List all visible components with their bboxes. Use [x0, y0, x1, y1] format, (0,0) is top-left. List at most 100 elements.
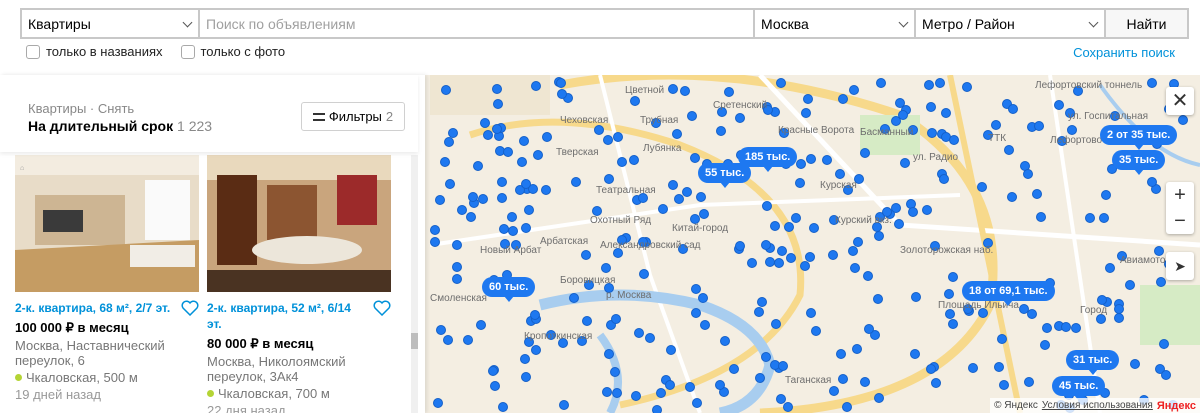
listing-marker[interactable]: [687, 111, 697, 121]
listing-marker[interactable]: [488, 366, 498, 376]
listing-marker[interactable]: [490, 381, 500, 391]
listing-marker[interactable]: [542, 132, 552, 142]
listing-marker[interactable]: [690, 153, 700, 163]
listing-marker[interactable]: [604, 349, 614, 359]
listing-marker[interactable]: [716, 126, 726, 136]
listing-marker[interactable]: [492, 124, 502, 134]
listing-marker[interactable]: [715, 380, 725, 390]
city-select[interactable]: Москва: [755, 10, 916, 37]
listing-marker[interactable]: [463, 335, 473, 345]
listing-marker[interactable]: [612, 388, 622, 398]
listing-marker[interactable]: [1156, 277, 1166, 287]
listing-card[interactable]: ⌂ 2-к. квартира, 68 м², 2/7 эт. 100 000 …: [15, 155, 199, 402]
listing-marker[interactable]: [480, 118, 490, 128]
listing-marker[interactable]: [962, 82, 972, 92]
listing-marker[interactable]: [864, 324, 874, 334]
terms-link[interactable]: Условия использования: [1042, 400, 1153, 411]
listing-marker[interactable]: [948, 272, 958, 282]
listing-marker[interactable]: [1161, 370, 1171, 380]
listing-marker[interactable]: [829, 386, 839, 396]
listing-marker[interactable]: [582, 316, 592, 326]
listing-marker[interactable]: [556, 78, 566, 88]
listing-marker[interactable]: [645, 333, 655, 343]
listing-marker[interactable]: [1067, 125, 1077, 135]
listing-marker[interactable]: [497, 177, 507, 187]
listing-marker[interactable]: [811, 326, 821, 336]
listing-marker[interactable]: [729, 364, 739, 374]
listing-marker[interactable]: [931, 378, 941, 388]
listing-marker[interactable]: [1007, 192, 1017, 202]
listing-marker[interactable]: [777, 246, 787, 256]
listing-marker[interactable]: [1114, 313, 1124, 323]
map-cluster-pin[interactable]: 35 тыс.: [1112, 150, 1166, 175]
listing-marker[interactable]: [1097, 295, 1107, 305]
listing-marker[interactable]: [508, 226, 518, 236]
listing-marker[interactable]: [445, 179, 455, 189]
listing-marker[interactable]: [699, 209, 709, 219]
listing-marker[interactable]: [860, 377, 870, 387]
listing-marker[interactable]: [850, 263, 860, 273]
listing-marker[interactable]: [541, 185, 551, 195]
listing-marker[interactable]: [949, 135, 959, 145]
map-cluster-pin[interactable]: 55 тыс.: [698, 163, 752, 188]
listing-marker[interactable]: [466, 212, 476, 222]
listing-marker[interactable]: [796, 159, 806, 169]
listing-marker[interactable]: [476, 320, 486, 330]
listing-marker[interactable]: [478, 194, 488, 204]
listing-marker[interactable]: [874, 231, 884, 241]
listing-marker[interactable]: [521, 179, 531, 189]
listing-marker[interactable]: [581, 250, 591, 260]
listing-marker[interactable]: [927, 128, 937, 138]
listing-marker[interactable]: [778, 361, 788, 371]
listing-marker[interactable]: [634, 328, 644, 338]
listing-marker[interactable]: [1019, 304, 1029, 314]
listing-marker[interactable]: [838, 94, 848, 104]
listing-marker[interactable]: [1147, 78, 1157, 88]
listing-marker[interactable]: [784, 222, 794, 232]
listing-marker[interactable]: [806, 154, 816, 164]
listing-marker[interactable]: [860, 148, 870, 158]
listing-photo[interactable]: [207, 155, 391, 292]
titles-only-checkbox[interactable]: только в названиях: [26, 44, 163, 59]
listing-marker[interactable]: [611, 314, 621, 324]
listing-marker[interactable]: [569, 293, 579, 303]
listing-marker[interactable]: [771, 319, 781, 329]
listing-marker[interactable]: [1040, 340, 1050, 350]
listing-marker[interactable]: [1071, 323, 1081, 333]
listing-marker[interactable]: [1085, 213, 1095, 223]
listing-marker[interactable]: [895, 98, 905, 108]
scrollbar[interactable]: [411, 155, 418, 413]
listing-marker[interactable]: [658, 204, 668, 214]
listing-marker[interactable]: [696, 192, 706, 202]
listing-marker[interactable]: [944, 289, 954, 299]
listing-marker[interactable]: [842, 402, 852, 412]
listing-marker[interactable]: [911, 292, 921, 302]
listing-marker[interactable]: [557, 89, 567, 99]
listing-marker[interactable]: [1178, 115, 1188, 125]
listing-marker[interactable]: [926, 364, 936, 374]
close-map-button[interactable]: ✕: [1166, 87, 1194, 115]
listing-marker[interactable]: [1034, 121, 1044, 131]
listing-marker[interactable]: [666, 345, 676, 355]
listing-marker[interactable]: [908, 207, 918, 217]
listing-marker[interactable]: [1023, 169, 1033, 179]
listing-marker[interactable]: [473, 161, 483, 171]
listing-marker[interactable]: [795, 178, 805, 188]
listing-marker[interactable]: [452, 274, 462, 284]
listing-marker[interactable]: [1130, 359, 1140, 369]
listing-marker[interactable]: [803, 94, 813, 104]
listing-marker[interactable]: [700, 320, 710, 330]
listing-marker[interactable]: [1125, 280, 1135, 290]
listing-marker[interactable]: [672, 129, 682, 139]
listing-marker[interactable]: [698, 293, 708, 303]
listing-marker[interactable]: [524, 205, 534, 215]
listing-marker[interactable]: [629, 155, 639, 165]
listing-marker[interactable]: [735, 113, 745, 123]
listing-marker[interactable]: [1147, 177, 1157, 187]
listing-marker[interactable]: [601, 263, 611, 273]
listing-marker[interactable]: [603, 135, 613, 145]
listing-marker[interactable]: [876, 78, 886, 88]
listing-marker[interactable]: [521, 223, 531, 233]
filters-button[interactable]: Фильтры 2: [301, 102, 405, 131]
listing-marker[interactable]: [761, 240, 771, 250]
